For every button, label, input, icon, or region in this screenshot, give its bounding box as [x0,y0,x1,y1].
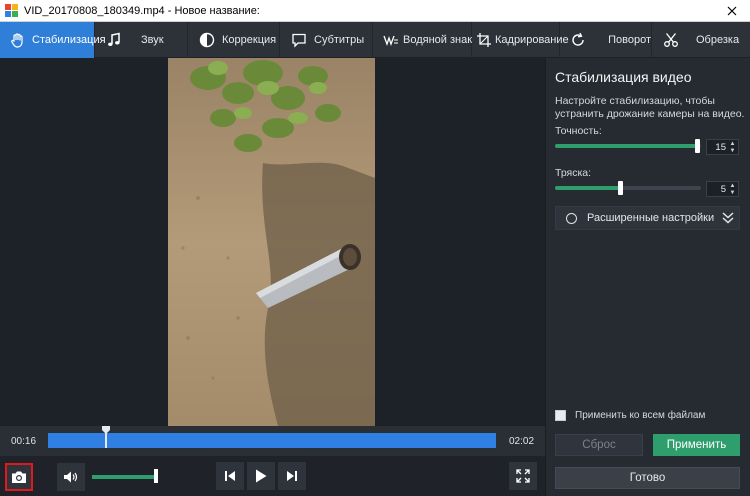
play-icon [256,469,267,483]
apply-all-label: Применить ко всем файлам [575,410,706,421]
tab-subtitles[interactable]: Субтитры [280,22,373,58]
apply-button[interactable]: Применить [653,434,740,456]
volume-slider[interactable] [92,475,156,479]
spin-down-icon[interactable]: ▼ [729,190,736,196]
window-titlebar: VID_20170808_180349.mp4 - Новое название… [0,0,750,22]
volume-slider-thumb[interactable] [154,469,158,483]
tab-rotate[interactable]: Поворот [560,22,652,58]
skip-forward-button[interactable] [278,462,306,490]
fullscreen-button[interactable] [509,462,537,490]
total-time: 02:02 [509,436,535,447]
tab-label: Звук [141,34,164,46]
skip-forward-icon [287,471,297,481]
music-note-icon [105,31,123,49]
tab-crop[interactable]: Кадрирование [472,22,569,58]
camera-icon [12,471,26,483]
tab-watermark[interactable]: Водяной знак [373,22,472,58]
spin-up-icon[interactable]: ▲ [729,183,736,189]
advanced-radio[interactable] [566,212,577,224]
video-frame [168,58,375,426]
shake-slider[interactable] [555,181,701,195]
contrast-icon [198,31,216,49]
accuracy-spinbox[interactable]: 15 ▲ ▼ [706,139,739,155]
spin-down-icon[interactable]: ▼ [729,148,736,154]
shake-slider-fill [555,186,621,190]
accuracy-value: 15 [715,141,726,153]
skip-back-icon [225,471,235,481]
shake-label: Тряска: [555,167,592,179]
advanced-settings-toggle[interactable]: Расширенные настройки [555,206,740,230]
spin-up-icon[interactable]: ▲ [729,141,736,147]
done-button[interactable]: Готово [555,467,740,489]
speech-bubble-icon [290,31,308,49]
rotate-icon [570,31,586,49]
tab-label: Поворот [608,34,651,46]
scissors-icon [662,31,680,49]
speaker-icon [64,471,78,483]
tab-trim[interactable]: Обрезка [652,22,750,58]
apply-all-checkbox[interactable] [555,410,566,421]
reset-button[interactable]: Сброс [555,434,643,456]
panel-title: Стабилизация видео [555,69,692,85]
tab-label: Коррекция [222,34,277,46]
tab-correction[interactable]: Коррекция [188,22,280,58]
advanced-settings-label: Расширенные настройки [587,212,715,224]
accuracy-label: Точность: [555,125,602,137]
tab-label: Кадрирование [495,34,569,46]
apply-all-option[interactable]: Применить ко всем файлам [555,410,705,421]
play-button[interactable] [247,462,275,490]
skip-back-button[interactable] [216,462,244,490]
snapshot-button[interactable] [5,463,33,491]
accuracy-slider-fill [555,144,698,148]
hand-icon [10,31,26,49]
tab-sound[interactable]: Звук [95,22,188,58]
video-viewer [0,58,545,426]
shake-spinbox[interactable]: 5 ▲ ▼ [706,181,739,197]
double-chevron-down-icon [722,212,734,224]
tab-label: Субтитры [314,34,365,46]
close-icon [727,6,737,16]
accuracy-slider[interactable] [555,139,701,153]
shake-slider-thumb[interactable] [618,181,623,195]
shake-value: 5 [720,183,726,195]
timeline-track[interactable] [48,433,496,448]
tab-label: Водяной знак [403,34,473,46]
stabilization-panel: Стабилизация видео Настройте стабилизаци… [545,58,750,496]
editor-tabs: Стабилизация Звук Коррекция Субтитры Вод… [0,22,750,58]
volume-button[interactable] [57,463,85,491]
tab-label: Обрезка [696,34,740,46]
watermark-icon [383,31,399,49]
tab-stabilization[interactable]: Стабилизация [0,22,106,58]
current-time: 00:16 [11,436,37,447]
crop-icon [476,31,492,49]
accuracy-slider-thumb[interactable] [695,139,700,153]
playhead-marker[interactable] [102,426,110,448]
app-logo-icon [5,3,19,18]
timeline: 00:16 02:02 [0,426,545,456]
close-button[interactable] [714,0,750,22]
panel-description: Настройте стабилизацию, чтобы устранить … [555,95,745,120]
player-controls [0,456,545,496]
window-title: VID_20170808_180349.mp4 - Новое название… [24,4,260,17]
fullscreen-icon [516,469,530,483]
